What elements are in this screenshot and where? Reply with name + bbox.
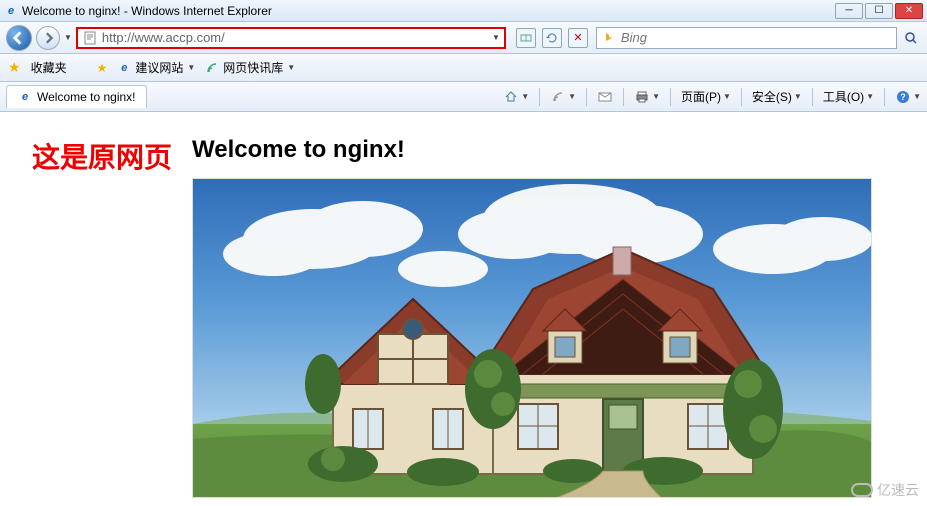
compat-view-button[interactable]	[516, 28, 536, 48]
address-bar[interactable]: ▼	[76, 27, 506, 49]
watermark-text: 亿速云	[877, 480, 919, 500]
rss-icon	[550, 89, 566, 105]
url-input[interactable]	[102, 30, 488, 45]
ie-tab-icon: e	[17, 89, 33, 105]
nav-action-icons: ✕	[516, 28, 588, 48]
close-button[interactable]: ✕	[895, 3, 923, 19]
favorite-item-suggested[interactable]: e 建议网站 ▼	[117, 59, 195, 76]
ie-mini-icon: e	[117, 61, 131, 75]
chevron-down-icon: ▼	[866, 92, 874, 101]
maximize-button[interactable]: ☐	[865, 3, 893, 19]
feeds-button[interactable]: ▼	[550, 89, 576, 105]
favorites-label[interactable]: 收藏夹	[31, 59, 67, 76]
safety-menu-label: 安全(S)	[752, 88, 792, 105]
forward-arrow-icon	[42, 32, 54, 44]
bing-icon	[601, 30, 617, 46]
nav-history-dropdown[interactable]: ▼	[64, 33, 72, 42]
page-menu-label: 页面(P)	[681, 88, 721, 105]
page-main: Welcome to nginx!	[192, 136, 895, 482]
command-bar: e Welcome to nginx! ▼ ▼ ▼ 页面(	[0, 82, 927, 112]
separator	[884, 88, 885, 106]
page-content: 这是原网页 Welcome to nginx!	[0, 112, 927, 506]
add-favorite-icon[interactable]: ★	[97, 61, 108, 75]
print-icon	[634, 89, 650, 105]
print-button[interactable]: ▼	[634, 89, 660, 105]
chevron-down-icon: ▼	[187, 63, 195, 72]
favorites-bar: ★ 收藏夹 ★ e 建议网站 ▼ 网页快讯库 ▼	[0, 54, 927, 82]
window-titlebar: e Welcome to nginx! - Windows Internet E…	[0, 0, 927, 22]
chevron-down-icon: ▼	[521, 92, 529, 101]
help-button[interactable]: ? ▼	[895, 89, 921, 105]
favorite-label-1: 建议网站	[135, 59, 183, 76]
read-mail-button[interactable]	[597, 89, 613, 105]
separator	[623, 88, 624, 106]
page-heading: Welcome to nginx!	[192, 136, 895, 164]
search-box[interactable]	[596, 27, 897, 49]
favorites-star-icon[interactable]: ★	[8, 59, 21, 76]
separator	[670, 88, 671, 106]
back-arrow-icon	[12, 31, 26, 45]
chevron-down-icon: ▼	[913, 92, 921, 101]
chevron-down-icon: ▼	[723, 92, 731, 101]
search-icon	[904, 31, 918, 45]
stop-icon: ✕	[573, 31, 582, 44]
webslice-icon	[205, 61, 219, 75]
command-right-group: ▼ ▼ ▼ 页面(P) ▼ 安全(S) ▼	[503, 88, 921, 106]
window-title: Welcome to nginx! - Windows Internet Exp…	[22, 4, 272, 18]
svg-text:?: ?	[900, 92, 906, 102]
page-menu[interactable]: 页面(P) ▼	[681, 88, 731, 105]
chevron-down-icon: ▼	[568, 92, 576, 101]
favorite-label-2: 网页快讯库	[223, 59, 283, 76]
tools-menu[interactable]: 工具(O) ▼	[823, 88, 874, 105]
url-dropdown[interactable]: ▼	[492, 33, 500, 42]
nav-toolbar: ▼ ▼ ✕	[0, 22, 927, 54]
search-button[interactable]	[901, 28, 921, 48]
separator	[539, 88, 540, 106]
minimize-button[interactable]: ─	[835, 3, 863, 19]
stop-button[interactable]: ✕	[568, 28, 588, 48]
annotation-label: 这是原网页	[32, 136, 172, 482]
hero-image	[192, 178, 872, 498]
refresh-button[interactable]	[542, 28, 562, 48]
compat-icon	[520, 32, 532, 44]
home-button[interactable]: ▼	[503, 89, 529, 105]
favorite-item-webslices[interactable]: 网页快讯库 ▼	[205, 59, 295, 76]
separator	[812, 88, 813, 106]
chevron-down-icon: ▼	[287, 63, 295, 72]
window-controls: ─ ☐ ✕	[835, 3, 923, 19]
refresh-icon	[546, 32, 558, 44]
chevron-down-icon: ▼	[794, 92, 802, 101]
separator	[741, 88, 742, 106]
browser-tab[interactable]: e Welcome to nginx!	[6, 85, 147, 108]
mail-icon	[597, 89, 613, 105]
help-icon: ?	[895, 89, 911, 105]
safety-menu[interactable]: 安全(S) ▼	[752, 88, 802, 105]
forward-button[interactable]	[36, 26, 60, 50]
watermark-icon	[851, 483, 873, 497]
back-button[interactable]	[6, 25, 32, 51]
home-icon	[503, 89, 519, 105]
search-input[interactable]	[621, 30, 892, 45]
tools-menu-label: 工具(O)	[823, 88, 864, 105]
ie-logo-icon: e	[4, 4, 18, 18]
separator	[586, 88, 587, 106]
page-icon	[82, 30, 98, 46]
tab-title: Welcome to nginx!	[37, 90, 136, 104]
watermark: 亿速云	[851, 480, 919, 500]
chevron-down-icon: ▼	[652, 92, 660, 101]
